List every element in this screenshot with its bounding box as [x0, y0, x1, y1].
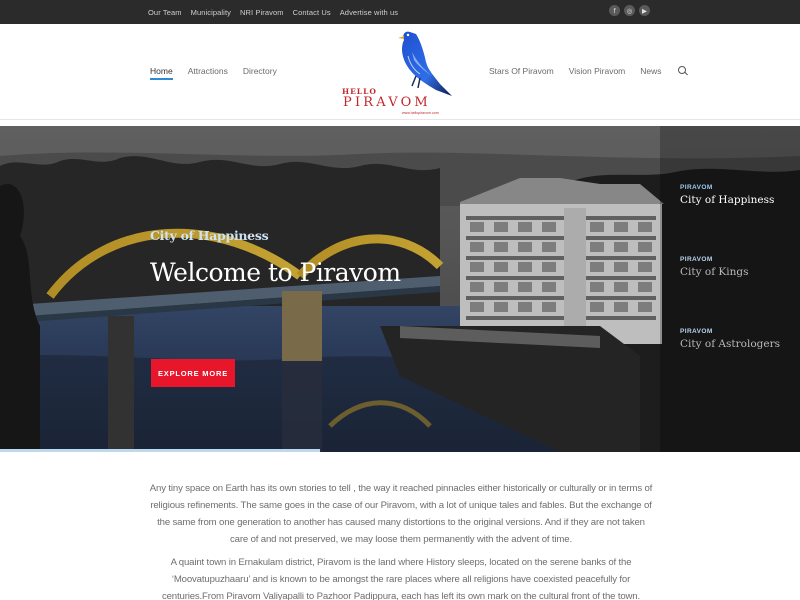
nav-attractions[interactable]: Attractions [188, 66, 228, 76]
slide-item-kings[interactable]: PIRAVOM City of Kings [680, 256, 749, 278]
main-nav-left: Home Attractions Directory [150, 66, 277, 80]
slide-name: City of Kings [680, 266, 749, 278]
slider-progress-bar [0, 449, 320, 452]
hero-subtitle: City of Happiness [150, 228, 269, 243]
site-logo[interactable]: HELLO PIRAVOM www.hellopiravom.com [340, 26, 460, 118]
top-link-advertise[interactable]: Advertise with us [340, 8, 398, 17]
hero-slider: City of Happiness Welcome to Piravom EXP… [0, 126, 800, 452]
social-links: f ◎ ▶ [609, 5, 650, 16]
hero-title: Welcome to Piravom [150, 258, 401, 287]
explore-more-button[interactable]: EXPLORE MORE [151, 359, 235, 387]
nav-vision-piravom[interactable]: Vision Piravom [569, 66, 626, 76]
instagram-icon[interactable]: ◎ [624, 5, 635, 16]
intro-paragraph-2: A quaint town in Ernakulam district, Pir… [161, 557, 641, 600]
top-link-nri-piravom[interactable]: NRI Piravom [240, 8, 284, 17]
top-link-contact-us[interactable]: Contact Us [293, 8, 331, 17]
slide-name: City of Astrologers [680, 338, 780, 350]
slide-item-astrologers[interactable]: PIRAVOM City of Astrologers [680, 328, 780, 350]
main-nav-right: Stars Of Piravom Vision Piravom News [489, 66, 688, 76]
youtube-icon[interactable]: ▶ [639, 5, 650, 16]
hero-background-image [0, 126, 800, 452]
slide-name: City of Happiness [680, 194, 775, 206]
logo-url-text: www.hellopiravom.com [402, 111, 439, 115]
nav-stars-of-piravom[interactable]: Stars Of Piravom [489, 66, 554, 76]
facebook-icon[interactable]: f [609, 5, 620, 16]
nav-news[interactable]: News [640, 66, 661, 76]
slide-tag: PIRAVOM [680, 184, 713, 191]
bird-logo-icon [398, 31, 452, 96]
nav-directory[interactable]: Directory [243, 66, 277, 76]
slide-tag: PIRAVOM [680, 328, 713, 335]
top-links: Our Team Municipality NRI Piravom Contac… [148, 0, 398, 24]
slide-tag: PIRAVOM [680, 256, 713, 263]
site-header: Home Attractions Directory HELLO PIRAVOM… [0, 24, 800, 120]
nav-home[interactable]: Home [150, 66, 173, 80]
intro-paragraph-1: Any tiny space on Earth has its own stor… [149, 483, 653, 545]
slide-item-happiness[interactable]: PIRAVOM City of Happiness [680, 184, 774, 206]
top-link-municipality[interactable]: Municipality [191, 8, 231, 17]
search-icon[interactable] [677, 66, 688, 76]
top-bar: Our Team Municipality NRI Piravom Contac… [0, 0, 800, 24]
intro-content: Any tiny space on Earth has its own stor… [148, 480, 654, 600]
logo-piravom-text: PIRAVOM [343, 95, 431, 110]
top-link-our-team[interactable]: Our Team [148, 8, 182, 17]
